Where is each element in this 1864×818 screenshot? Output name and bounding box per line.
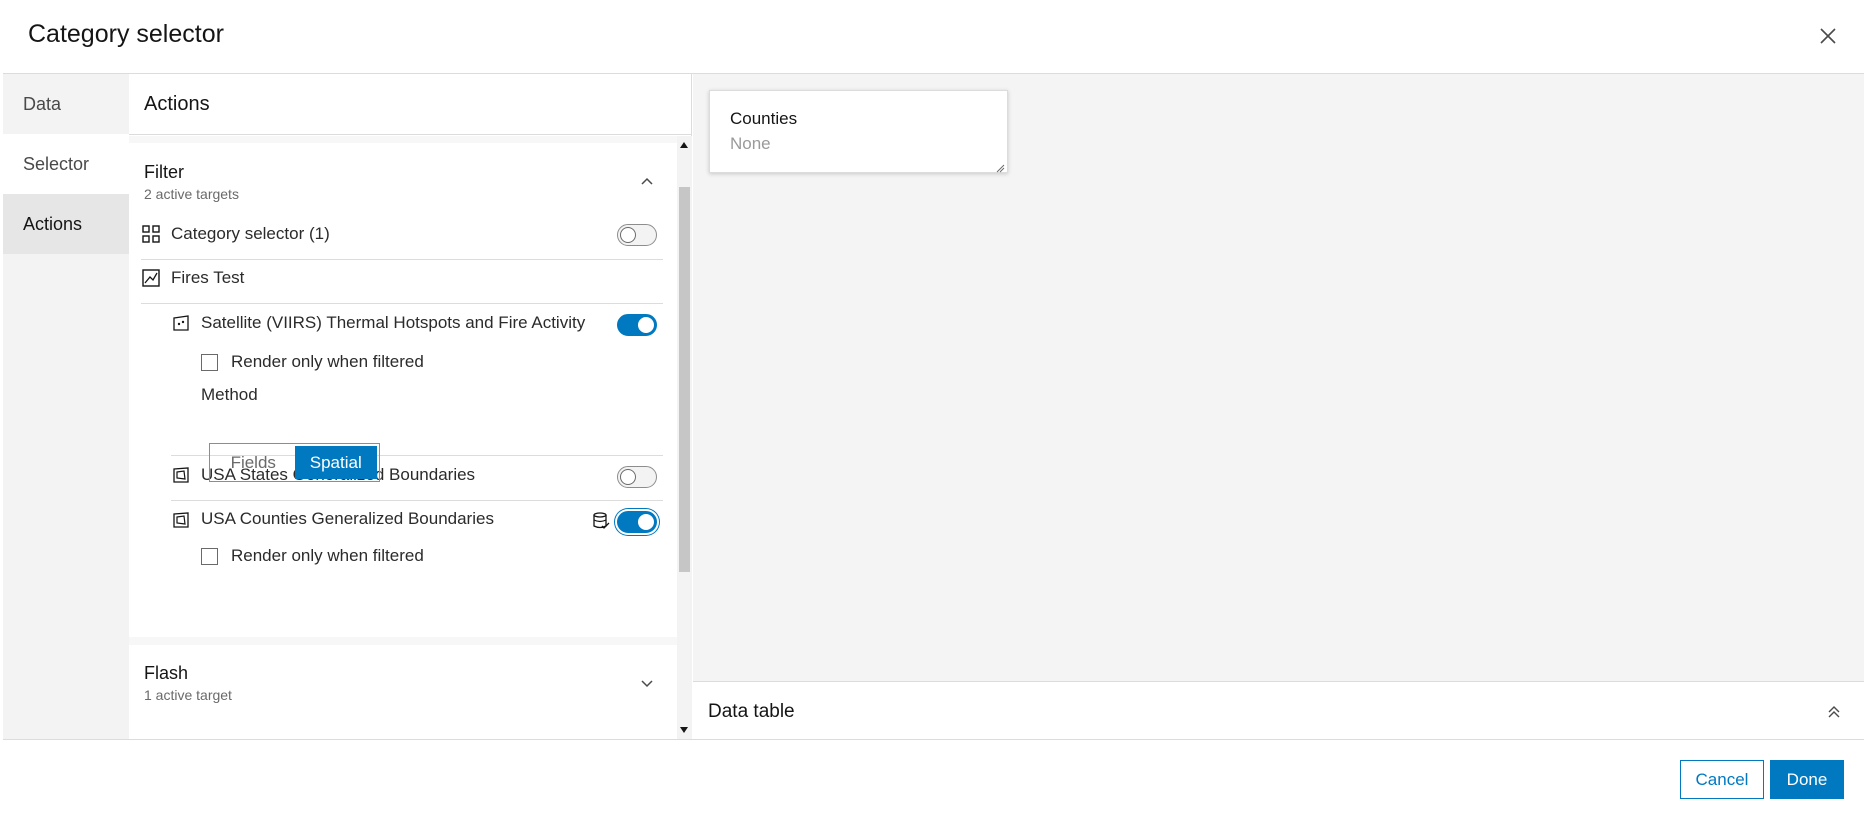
flash-section[interactable]: Flash 1 active target xyxy=(129,645,677,739)
toggle-knob xyxy=(638,317,654,333)
scroll-down-icon[interactable] xyxy=(680,727,688,733)
flash-subtitle: 1 active target xyxy=(144,687,232,703)
scroll-thumb[interactable] xyxy=(679,187,690,572)
flash-title: Flash xyxy=(144,663,189,683)
render-only-label: Render only when filtered xyxy=(231,352,424,371)
scroll-up-icon[interactable] xyxy=(680,142,688,148)
render-only-label: Render only when filtered xyxy=(231,546,424,565)
target-label-usa-counties: USA Counties Generalized Boundaries xyxy=(201,509,494,528)
method-option-spatial[interactable]: Spatial xyxy=(294,446,377,479)
point-layer-icon xyxy=(171,313,191,333)
widget-value: None xyxy=(730,134,771,153)
nav-item-data[interactable]: Data xyxy=(3,74,129,134)
chevrons-up-icon[interactable] xyxy=(1824,702,1844,722)
method-label: Method xyxy=(201,385,258,404)
toggle-knob xyxy=(620,469,636,485)
category-selector-icon xyxy=(141,224,161,244)
satellite-toggle[interactable] xyxy=(617,314,657,336)
method-segmented-control: Fields Spatial xyxy=(209,443,380,482)
target-label-fires-test: Fires Test xyxy=(171,268,245,287)
data-table-bar[interactable]: Data table xyxy=(693,681,1864,739)
preview-canvas: Counties None xyxy=(693,74,1864,681)
category-selector-widget[interactable]: Counties None xyxy=(709,90,1008,173)
divider xyxy=(171,500,663,501)
actions-list: Filter 2 active targets Category selecto… xyxy=(129,136,677,739)
filter-title: Filter xyxy=(144,162,184,182)
category-selector-toggle[interactable] xyxy=(617,224,657,246)
render-only-checkbox[interactable] xyxy=(201,548,218,565)
cancel-button[interactable]: Cancel xyxy=(1680,760,1764,799)
usa-counties-toggle[interactable] xyxy=(617,511,657,533)
dialog-title: Category selector xyxy=(28,20,224,48)
method-option-fields[interactable]: Fields xyxy=(212,446,295,479)
dialog-footer: Cancel Done xyxy=(3,739,1864,818)
nav-item-selector[interactable]: Selector xyxy=(3,134,129,194)
render-only-checkbox[interactable] xyxy=(201,354,218,371)
data-source-icon[interactable] xyxy=(591,511,611,531)
divider xyxy=(141,303,663,304)
settings-nav: Data Selector Actions xyxy=(3,74,129,739)
data-table-label: Data table xyxy=(708,701,795,722)
target-label-category-selector: Category selector (1) xyxy=(171,224,330,243)
resize-handle-icon[interactable] xyxy=(995,160,1005,173)
filter-section: Filter 2 active targets Category selecto… xyxy=(129,143,677,637)
panel-scrollbar[interactable] xyxy=(677,136,692,739)
toggle-knob xyxy=(638,514,654,530)
actions-panel: Actions Filter 2 active targets Category… xyxy=(129,74,692,739)
category-selector-dialog: Category selector Data Selector Actions … xyxy=(3,0,1864,818)
target-label-satellite: Satellite (VIIRS) Thermal Hotspots and F… xyxy=(201,313,586,332)
polygon-layer-icon xyxy=(171,465,191,485)
panel-title: Actions xyxy=(129,74,691,135)
done-button[interactable]: Done xyxy=(1770,760,1844,799)
close-icon[interactable] xyxy=(1812,20,1844,52)
divider xyxy=(141,259,663,260)
widget-title: Counties xyxy=(730,109,798,128)
nav-item-actions[interactable]: Actions xyxy=(3,194,129,254)
filter-subtitle: 2 active targets xyxy=(144,186,239,202)
usa-states-toggle[interactable] xyxy=(617,466,657,488)
chevron-down-icon[interactable] xyxy=(637,673,657,693)
toggle-knob xyxy=(620,227,636,243)
map-icon xyxy=(141,268,161,288)
chevron-up-icon[interactable] xyxy=(637,172,657,192)
dialog-header: Category selector xyxy=(3,0,1864,74)
polygon-layer-icon xyxy=(171,510,191,530)
